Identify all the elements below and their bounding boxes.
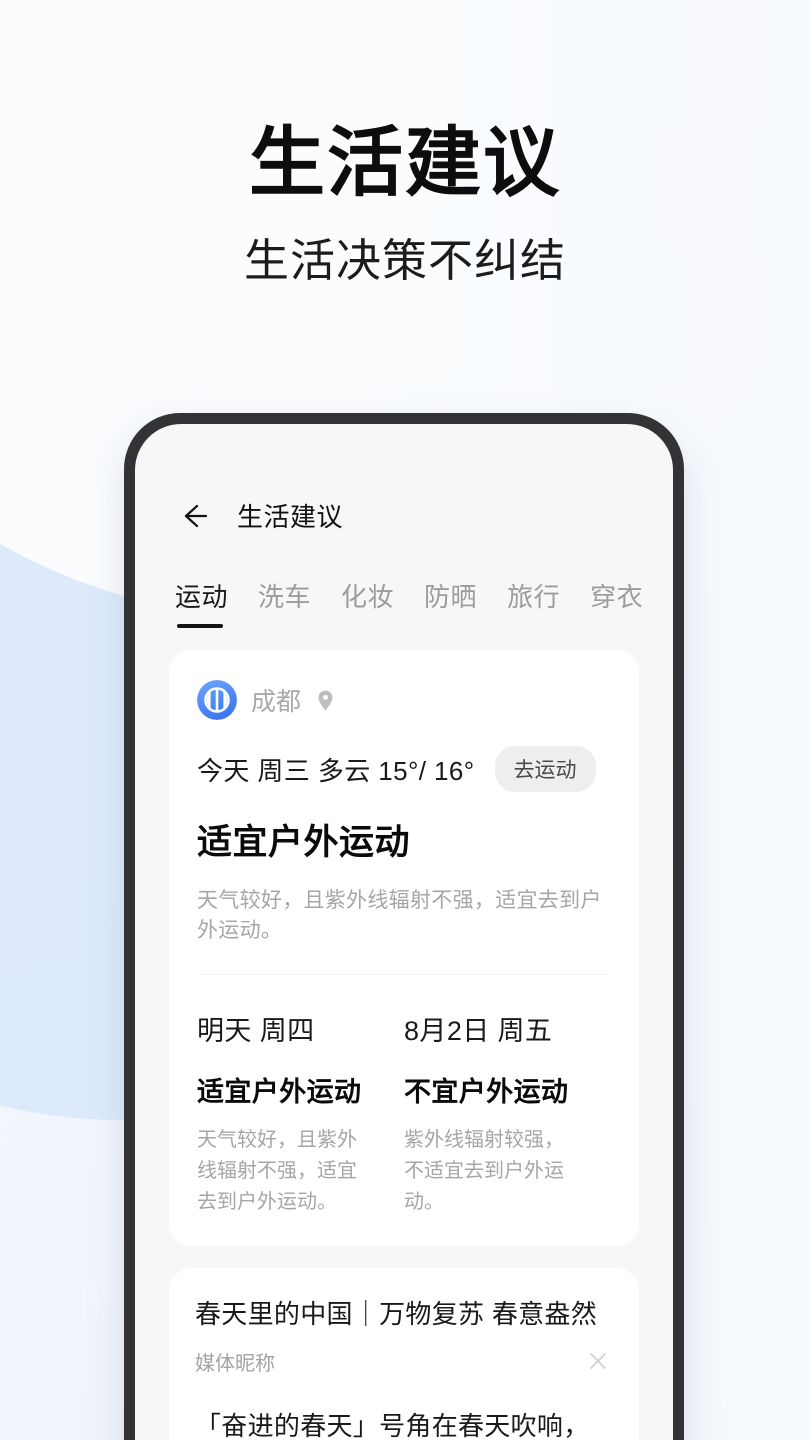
- city-name: 成都: [251, 688, 302, 716]
- go-exercise-button[interactable]: 去运动: [494, 746, 596, 792]
- close-icon[interactable]: [587, 1350, 609, 1372]
- life-advice-card: 成都 今天 周三 多云 15°/ 16° 去运动 适宜户外运动 天气较好，且紫外…: [169, 650, 639, 1246]
- news-title: 春天里的中国｜万物复苏 春意盎然: [195, 1299, 598, 1329]
- phone-screen: 生活建议 运动 洗车 化妆 防晒 旅行 穿衣 交通: [135, 424, 673, 1440]
- today-advice-headline: 适宜户外运动: [197, 823, 411, 862]
- forecast-grid: 明天 周四 适宜户外运动 天气较好，且紫外线辐射不强，适宜去到户外运动。 8月2…: [197, 1009, 611, 1218]
- forecast-advice-headline: 适宜户外运动: [197, 1077, 362, 1107]
- tab-travel[interactable]: 旅行: [507, 577, 560, 628]
- list-item[interactable]: 「奋进的春天」号角在春天吹响，他们在蓬勃生长 媒体昵称: [195, 1408, 613, 1440]
- news-feed-card: 春天里的中国｜万物复苏 春意盎然 媒体昵称 「奋进的春天」号角在春天吹响，他们在…: [169, 1268, 639, 1440]
- news-footer: 媒体昵称: [195, 1347, 613, 1408]
- forecast-day-label: 明天 周四: [197, 1016, 315, 1046]
- today-summary-row: 今天 周三 多云 15°/ 16° 去运动: [197, 746, 611, 792]
- forecast-advice-headline: 不宜户外运动: [404, 1077, 569, 1107]
- hero-section: 生活建议 生活决策不纠结: [0, 0, 810, 286]
- news-source: 媒体昵称: [195, 1352, 275, 1375]
- tab-makeup[interactable]: 化妆: [341, 577, 394, 628]
- tab-sports[interactable]: 运动: [175, 577, 228, 628]
- sport-ball-icon: [197, 680, 237, 720]
- phone-mockup-frame: 生活建议 运动 洗车 化妆 防晒 旅行 穿衣 交通: [124, 413, 684, 1440]
- page-subtitle: 生活决策不纠结: [243, 235, 566, 286]
- today-advice-description: 天气较好，且紫外线辐射不强，适宜去到户外运动。: [197, 889, 602, 942]
- card-divider: [199, 974, 609, 975]
- location-pin-icon: [318, 690, 333, 710]
- app-bar: 生活建议: [135, 424, 673, 534]
- city-row[interactable]: 成都: [197, 680, 611, 720]
- tab-sunscreen[interactable]: 防晒: [424, 577, 477, 628]
- app-bar-title: 生活建议: [237, 502, 344, 532]
- tab-clothing[interactable]: 穿衣: [590, 577, 643, 628]
- forecast-advice-description: 天气较好，且紫外线辐射不强，适宜去到户外运动。: [197, 1129, 357, 1213]
- arrow-left-icon[interactable]: [177, 499, 211, 533]
- tab-carwash[interactable]: 洗车: [258, 577, 311, 628]
- list-item[interactable]: 春天里的中国｜万物复苏 春意盎然 媒体昵称: [195, 1296, 613, 1408]
- news-title: 「奋进的春天」号角在春天吹响，他们在蓬勃生长: [195, 1410, 590, 1440]
- category-tab-bar[interactable]: 运动 洗车 化妆 防晒 旅行 穿衣 交通: [135, 534, 673, 628]
- page-title: 生活建议: [249, 121, 561, 206]
- forecast-advice-description: 紫外线辐射较强，不适宜去到户外运动。: [404, 1129, 564, 1213]
- forecast-day-label: 8月2日 周五: [404, 1016, 553, 1046]
- forecast-column-day-after: 8月2日 周五 不宜户外运动 紫外线辐射较强，不适宜去到户外运动。: [404, 1009, 611, 1218]
- forecast-column-tomorrow: 明天 周四 适宜户外运动 天气较好，且紫外线辐射不强，适宜去到户外运动。: [197, 1009, 404, 1218]
- today-weather-meta: 今天 周三 多云 15°/ 16°: [197, 755, 475, 786]
